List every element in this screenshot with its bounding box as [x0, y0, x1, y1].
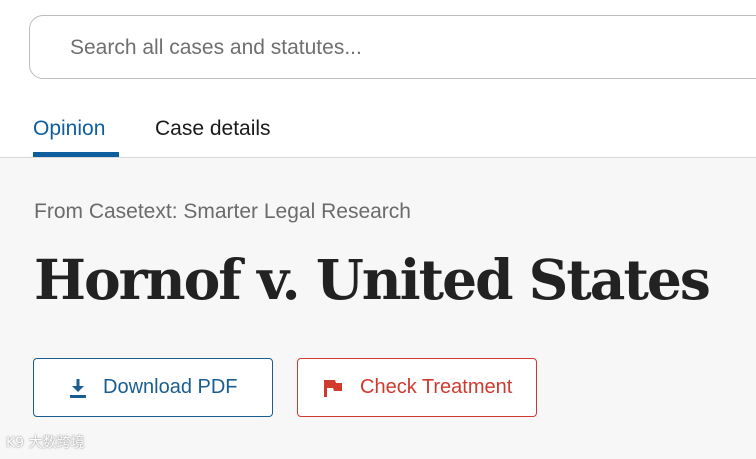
download-icon	[67, 377, 89, 399]
flag-icon	[322, 377, 344, 399]
download-pdf-label: Download PDF	[103, 376, 238, 398]
tab-case-details-label: Case details	[155, 117, 271, 140]
tab-case-details[interactable]: Case details	[155, 115, 271, 157]
header-area: Opinion Case details	[0, 0, 756, 158]
case-header: From Casetext: Smarter Legal Research Ho…	[0, 158, 756, 459]
source-label: From Casetext: Smarter Legal Research	[34, 200, 411, 223]
watermark-logo: K9 大数跨境	[6, 432, 85, 452]
search-bar[interactable]	[29, 15, 756, 79]
search-input[interactable]	[70, 32, 710, 64]
case-title: Hornof v. United States	[34, 247, 711, 312]
watermark-text: K9 大数跨境	[6, 435, 85, 451]
check-treatment-button[interactable]: Check Treatment	[297, 358, 537, 417]
download-pdf-button[interactable]: Download PDF	[33, 358, 273, 417]
tab-opinion-label: Opinion	[33, 117, 106, 140]
tab-opinion[interactable]: Opinion	[33, 115, 119, 157]
check-treatment-label: Check Treatment	[360, 376, 513, 398]
